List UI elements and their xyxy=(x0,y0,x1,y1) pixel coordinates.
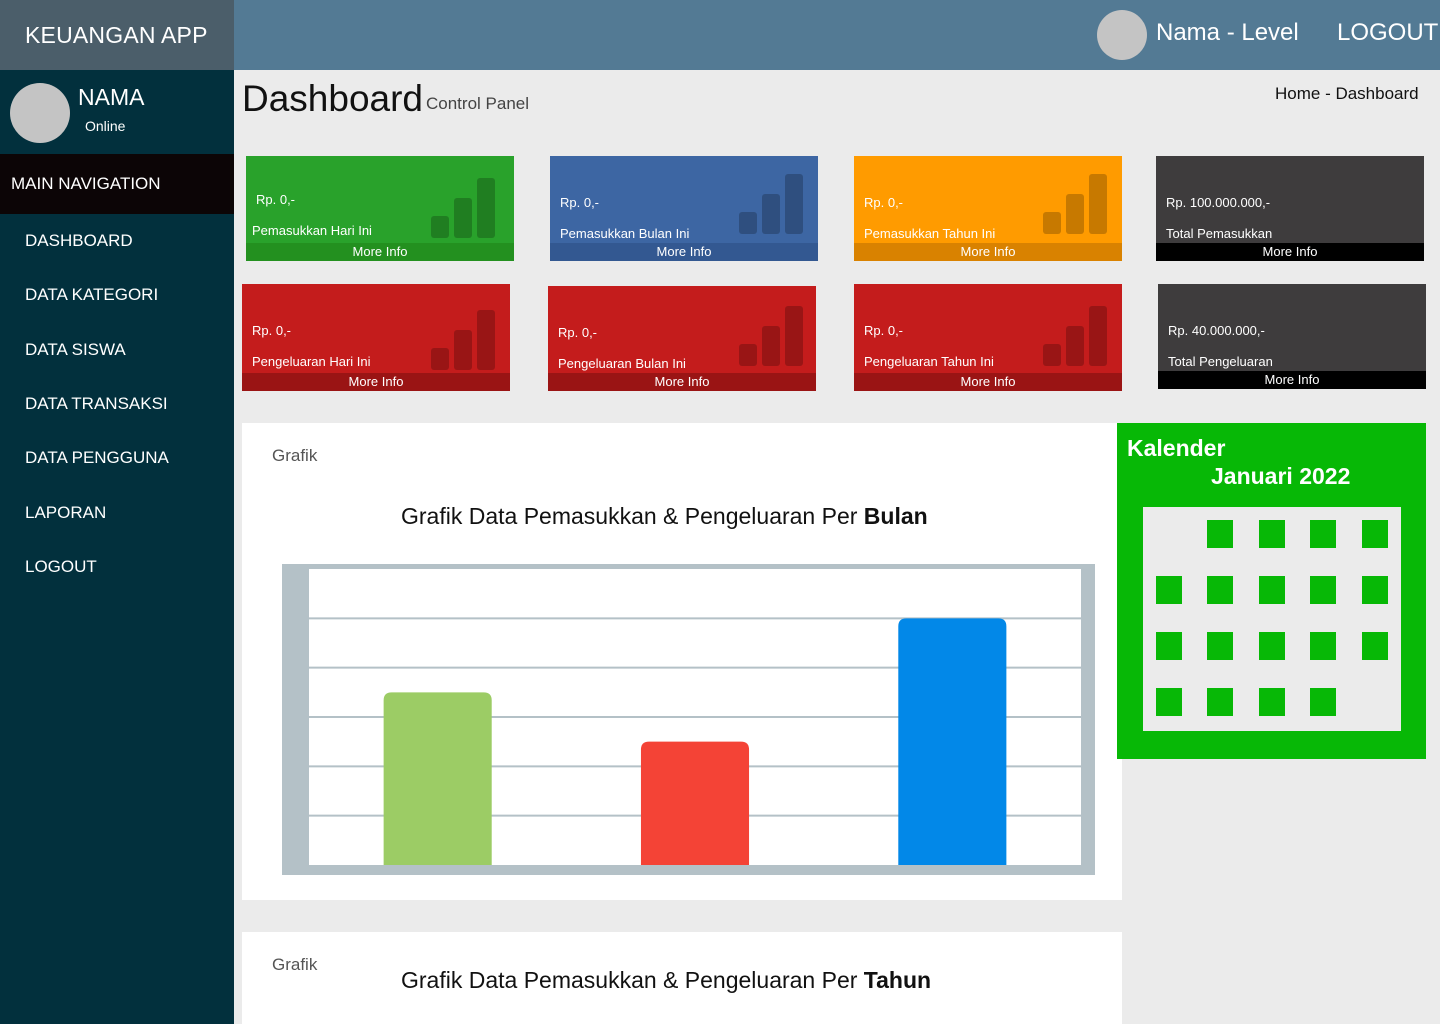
calendar-day[interactable] xyxy=(1259,688,1285,716)
user-menu[interactable]: Nama - Level xyxy=(1156,19,1299,47)
box-label: Pemasukkan Hari Ini xyxy=(252,223,372,238)
box-label: Total Pemasukkan xyxy=(1166,226,1273,241)
sidebar-item-data-transaksi[interactable]: DATA TRANSAKSI xyxy=(0,377,234,431)
box-label: Pengeluaran Tahun Ini xyxy=(864,354,994,369)
bar-chart-icon xyxy=(1043,174,1107,234)
box-amount: Rp. 0,- xyxy=(864,323,904,338)
info-box-pengeluaran-bulan-ini: Rp. 0,- Pengeluaran Bulan Ini More Info xyxy=(548,286,816,391)
box-amount: Rp. 0,- xyxy=(252,323,292,338)
box-label: Pemasukkan Tahun Ini xyxy=(864,226,996,241)
sidebar: NAMA Online MAIN NAVIGATION DASHBOARD DA… xyxy=(0,70,234,1024)
info-box-pengeluaran-tahun-ini: Rp. 0,- Pengeluaran Tahun Ini More Info xyxy=(854,284,1122,391)
chart-title: Grafik Data Pemasukkan & Pengeluaran Per… xyxy=(401,503,928,529)
more-info-link[interactable]: More Info xyxy=(548,373,816,391)
box-label: Pengeluaran Hari Ini xyxy=(252,354,371,369)
chart-title: Grafik Data Pemasukkan & Pengeluaran Per… xyxy=(401,967,932,993)
box-label: Total Pengeluaran xyxy=(1168,354,1273,369)
info-box-total-pengeluaran: Rp. 40.000.000,- Total Pengeluaran More … xyxy=(1158,284,1426,389)
bar-chart-icon xyxy=(1043,306,1107,366)
info-box-pengeluaran-hari-ini: Rp. 0,- Pengeluaran Hari Ini More Info xyxy=(242,284,510,391)
sidebar-item-dashboard[interactable]: DASHBOARD xyxy=(0,214,234,268)
more-info-link[interactable]: More Info xyxy=(854,243,1122,261)
sidebar-user-status: Online xyxy=(85,118,126,134)
logout-button[interactable]: LOGOUT xyxy=(1337,19,1438,47)
more-info-link[interactable]: More Info xyxy=(242,373,510,391)
box-amount: Rp. 0,- xyxy=(558,325,598,340)
calendar-day[interactable] xyxy=(1207,688,1233,716)
calendar-day[interactable] xyxy=(1156,632,1182,660)
sidebar-avatar xyxy=(10,83,70,143)
calendar-day[interactable] xyxy=(1362,632,1388,660)
calendar-day[interactable] xyxy=(1207,520,1233,548)
more-info-link[interactable]: More Info xyxy=(854,373,1122,391)
calendar-widget: Kalender Januari 2022 xyxy=(1117,423,1426,759)
breadcrumb[interactable]: Home - Dashboard xyxy=(1275,84,1419,104)
info-box-total-pemasukkan: Rp. 100.000.000,- Total Pemasukkan More … xyxy=(1156,156,1424,261)
calendar-day[interactable] xyxy=(1259,576,1285,604)
bar-chart-icon xyxy=(431,310,495,370)
sidebar-item-data-kategori[interactable]: DATA KATEGORI xyxy=(0,268,234,322)
calendar-day[interactable] xyxy=(1259,632,1285,660)
box-amount: Rp. 0,- xyxy=(864,195,904,210)
chart-bar-2 xyxy=(640,741,750,865)
sidebar-item-data-pengguna[interactable]: DATA PENGGUNA xyxy=(0,431,234,485)
bar-chart-icon xyxy=(431,178,495,238)
bar-chart xyxy=(282,564,1095,875)
sidebar-item-laporan[interactable]: LAPORAN xyxy=(0,485,234,539)
box-amount: Rp. 0,- xyxy=(256,192,296,207)
page-subtitle: Control Panel xyxy=(426,94,530,113)
calendar-grid xyxy=(1143,507,1401,731)
calendar-day[interactable] xyxy=(1310,632,1336,660)
panel-label: Grafik xyxy=(272,955,318,974)
sidebar-item-data-siswa[interactable]: DATA SISWA xyxy=(0,323,234,377)
box-amount: Rp. 0,- xyxy=(560,195,600,210)
chart-bar-3 xyxy=(898,618,1007,865)
calendar-day[interactable] xyxy=(1310,576,1336,604)
app-title: KEUANGAN APP xyxy=(0,0,234,70)
more-info-link[interactable]: More Info xyxy=(1156,243,1424,261)
grafik-tahun-panel: Grafik Grafik Data Pemasukkan & Pengelua… xyxy=(242,932,1122,1024)
calendar-month: Januari 2022 xyxy=(1211,463,1351,489)
calendar-day[interactable] xyxy=(1259,520,1285,548)
calendar-day[interactable] xyxy=(1310,520,1336,548)
calendar-day[interactable] xyxy=(1156,576,1182,604)
calendar-day[interactable] xyxy=(1310,688,1336,716)
more-info-link[interactable]: More Info xyxy=(246,243,514,261)
bar-chart-icon xyxy=(739,306,803,366)
calendar-day[interactable] xyxy=(1362,576,1388,604)
box-amount: Rp. 100.000.000,- xyxy=(1166,195,1271,210)
user-avatar[interactable] xyxy=(1097,10,1147,60)
chart-bar-1 xyxy=(383,692,492,865)
sidebar-item-logout[interactable]: LOGOUT xyxy=(0,540,234,594)
bar-chart-icon xyxy=(739,174,803,234)
box-label: Pemasukkan Bulan Ini xyxy=(560,226,690,241)
info-box-pemasukkan-bulan-ini: Rp. 0,- Pemasukkan Bulan Ini More Info xyxy=(550,156,818,261)
sidebar-menu: DASHBOARD DATA KATEGORI DATA SISWA DATA … xyxy=(0,214,234,594)
main-navigation-header: MAIN NAVIGATION xyxy=(0,154,234,214)
sidebar-user-name: NAMA xyxy=(78,84,145,110)
panel-label: Grafik xyxy=(272,446,318,465)
box-label: Pengeluaran Bulan Ini xyxy=(558,356,686,371)
page-title: Dashboard xyxy=(242,78,424,119)
more-info-link[interactable]: More Info xyxy=(1158,371,1426,389)
info-box-pemasukkan-tahun-ini: Rp. 0,- Pemasukkan Tahun Ini More Info xyxy=(854,156,1122,261)
box-amount: Rp. 40.000.000,- xyxy=(1168,323,1265,338)
calendar-day[interactable] xyxy=(1207,576,1233,604)
more-info-link[interactable]: More Info xyxy=(550,243,818,261)
grafik-bulan-panel: Grafik Grafik Data Pemasukkan & Pengelua… xyxy=(242,423,1122,900)
calendar-title: Kalender xyxy=(1127,435,1226,461)
info-box-pemasukkan-hari-ini: Rp. 0,- Pemasukkan Hari Ini More Info xyxy=(246,156,514,261)
calendar-day[interactable] xyxy=(1207,632,1233,660)
calendar-day[interactable] xyxy=(1156,688,1182,716)
calendar-day[interactable] xyxy=(1362,520,1388,548)
